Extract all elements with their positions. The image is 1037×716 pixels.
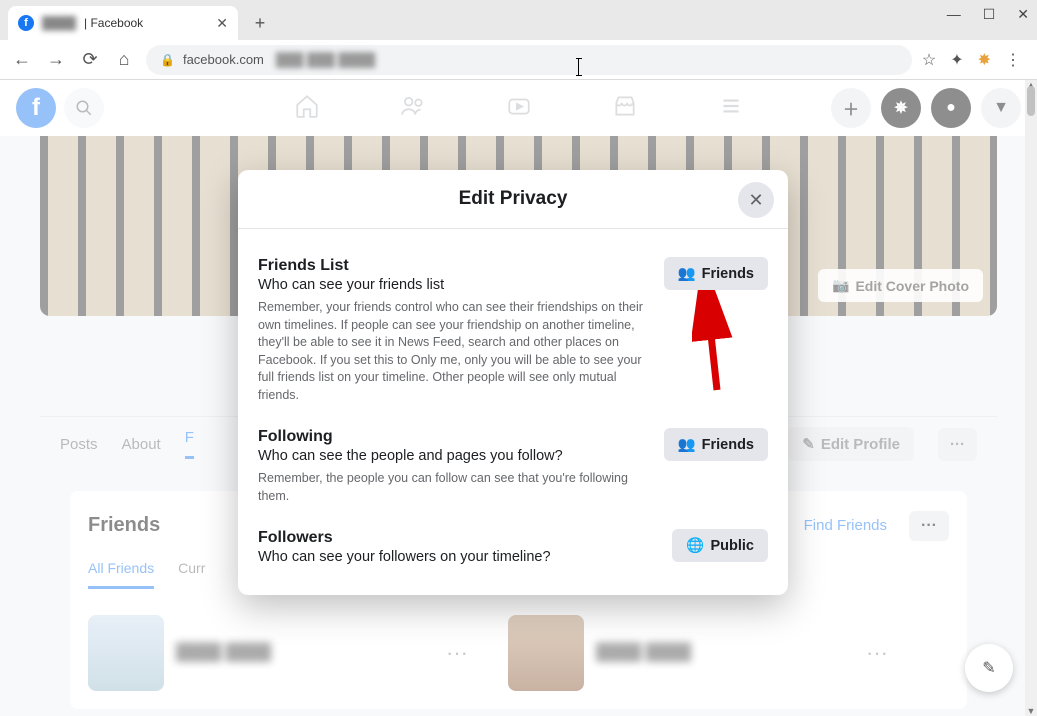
close-tab-icon[interactable]: ✕ xyxy=(216,15,228,32)
scroll-thumb[interactable] xyxy=(1027,86,1035,116)
chip-label: Friends xyxy=(702,266,754,282)
address-bar[interactable]: 🔒 facebook.com ███ ███ ████ xyxy=(146,45,912,75)
section-followers: Followers Who can see your followers on … xyxy=(258,517,768,571)
url-host: facebook.com xyxy=(183,52,264,67)
section-heading: Following xyxy=(258,428,652,446)
browser-toolbar: ← → ⟳ ⌂ 🔒 facebook.com ███ ███ ████ ☆ ✦ … xyxy=(0,40,1037,80)
bookmark-star-icon[interactable]: ☆ xyxy=(922,50,936,70)
extension-icon[interactable]: ✸ xyxy=(978,50,991,70)
browser-tab[interactable]: f ████ | Facebook ✕ xyxy=(8,6,238,40)
section-subtitle: Who can see your friends list xyxy=(258,277,652,293)
audience-selector-friends-list[interactable]: 👥 Friends xyxy=(664,257,768,290)
lock-icon: 🔒 xyxy=(160,53,175,67)
extensions-icon[interactable]: ✦ xyxy=(950,50,963,70)
chip-label: Friends xyxy=(702,437,754,453)
tab-title-blurred: ████ xyxy=(42,16,76,30)
home-button[interactable]: ⌂ xyxy=(112,49,136,70)
url-path-blurred: ███ ███ ████ xyxy=(276,52,375,67)
section-desc: Remember, the people you can follow can … xyxy=(258,470,652,505)
window-controls: — ☐ ✕ xyxy=(947,6,1029,23)
edit-privacy-modal: Edit Privacy ✕ Friends List Who can see … xyxy=(238,170,788,595)
scroll-down-icon[interactable]: ▼ xyxy=(1025,706,1037,716)
text-cursor-icon xyxy=(578,58,579,76)
modal-header: Edit Privacy ✕ xyxy=(238,170,788,229)
section-subtitle: Who can see your followers on your timel… xyxy=(258,549,660,565)
close-window-button[interactable]: ✕ xyxy=(1017,6,1029,23)
back-button[interactable]: ← xyxy=(10,49,34,70)
audience-selector-following[interactable]: 👥 Friends xyxy=(664,428,768,461)
modal-close-button[interactable]: ✕ xyxy=(738,182,774,218)
friends-icon: 👥 xyxy=(678,265,696,282)
section-heading: Friends List xyxy=(258,257,652,275)
section-following: Following Who can see the people and pag… xyxy=(258,416,768,517)
section-desc: Remember, your friends control who can s… xyxy=(258,299,652,404)
reload-button[interactable]: ⟳ xyxy=(78,49,102,70)
modal-body: Friends List Who can see your friends li… xyxy=(238,229,788,595)
chip-label: Public xyxy=(710,538,754,554)
browser-extensions: ☆ ✦ ✸ ⋮ xyxy=(922,50,1027,70)
modal-title: Edit Privacy xyxy=(256,188,770,210)
globe-icon: 🌐 xyxy=(686,537,704,554)
tab-title-suffix: | Facebook xyxy=(84,16,143,30)
audience-selector-followers[interactable]: 🌐 Public xyxy=(672,529,768,562)
close-icon: ✕ xyxy=(748,190,763,211)
maximize-button[interactable]: ☐ xyxy=(983,6,996,23)
section-subtitle: Who can see the people and pages you fol… xyxy=(258,448,652,464)
section-heading: Followers xyxy=(258,529,660,547)
minimize-button[interactable]: — xyxy=(947,6,961,23)
compose-button[interactable]: ✎ xyxy=(965,644,1013,692)
vertical-scrollbar[interactable]: ▲ ▼ xyxy=(1025,80,1037,716)
friends-icon: 👥 xyxy=(678,436,696,453)
browser-menu-icon[interactable]: ⋮ xyxy=(1005,50,1021,70)
browser-tabstrip: f ████ | Facebook ✕ + — ☐ ✕ xyxy=(0,0,1037,40)
section-friends-list: Friends List Who can see your friends li… xyxy=(258,245,768,416)
facebook-favicon: f xyxy=(18,15,34,31)
edit-icon: ✎ xyxy=(982,658,995,678)
forward-button[interactable]: → xyxy=(44,49,68,70)
new-tab-button[interactable]: + xyxy=(246,9,274,37)
